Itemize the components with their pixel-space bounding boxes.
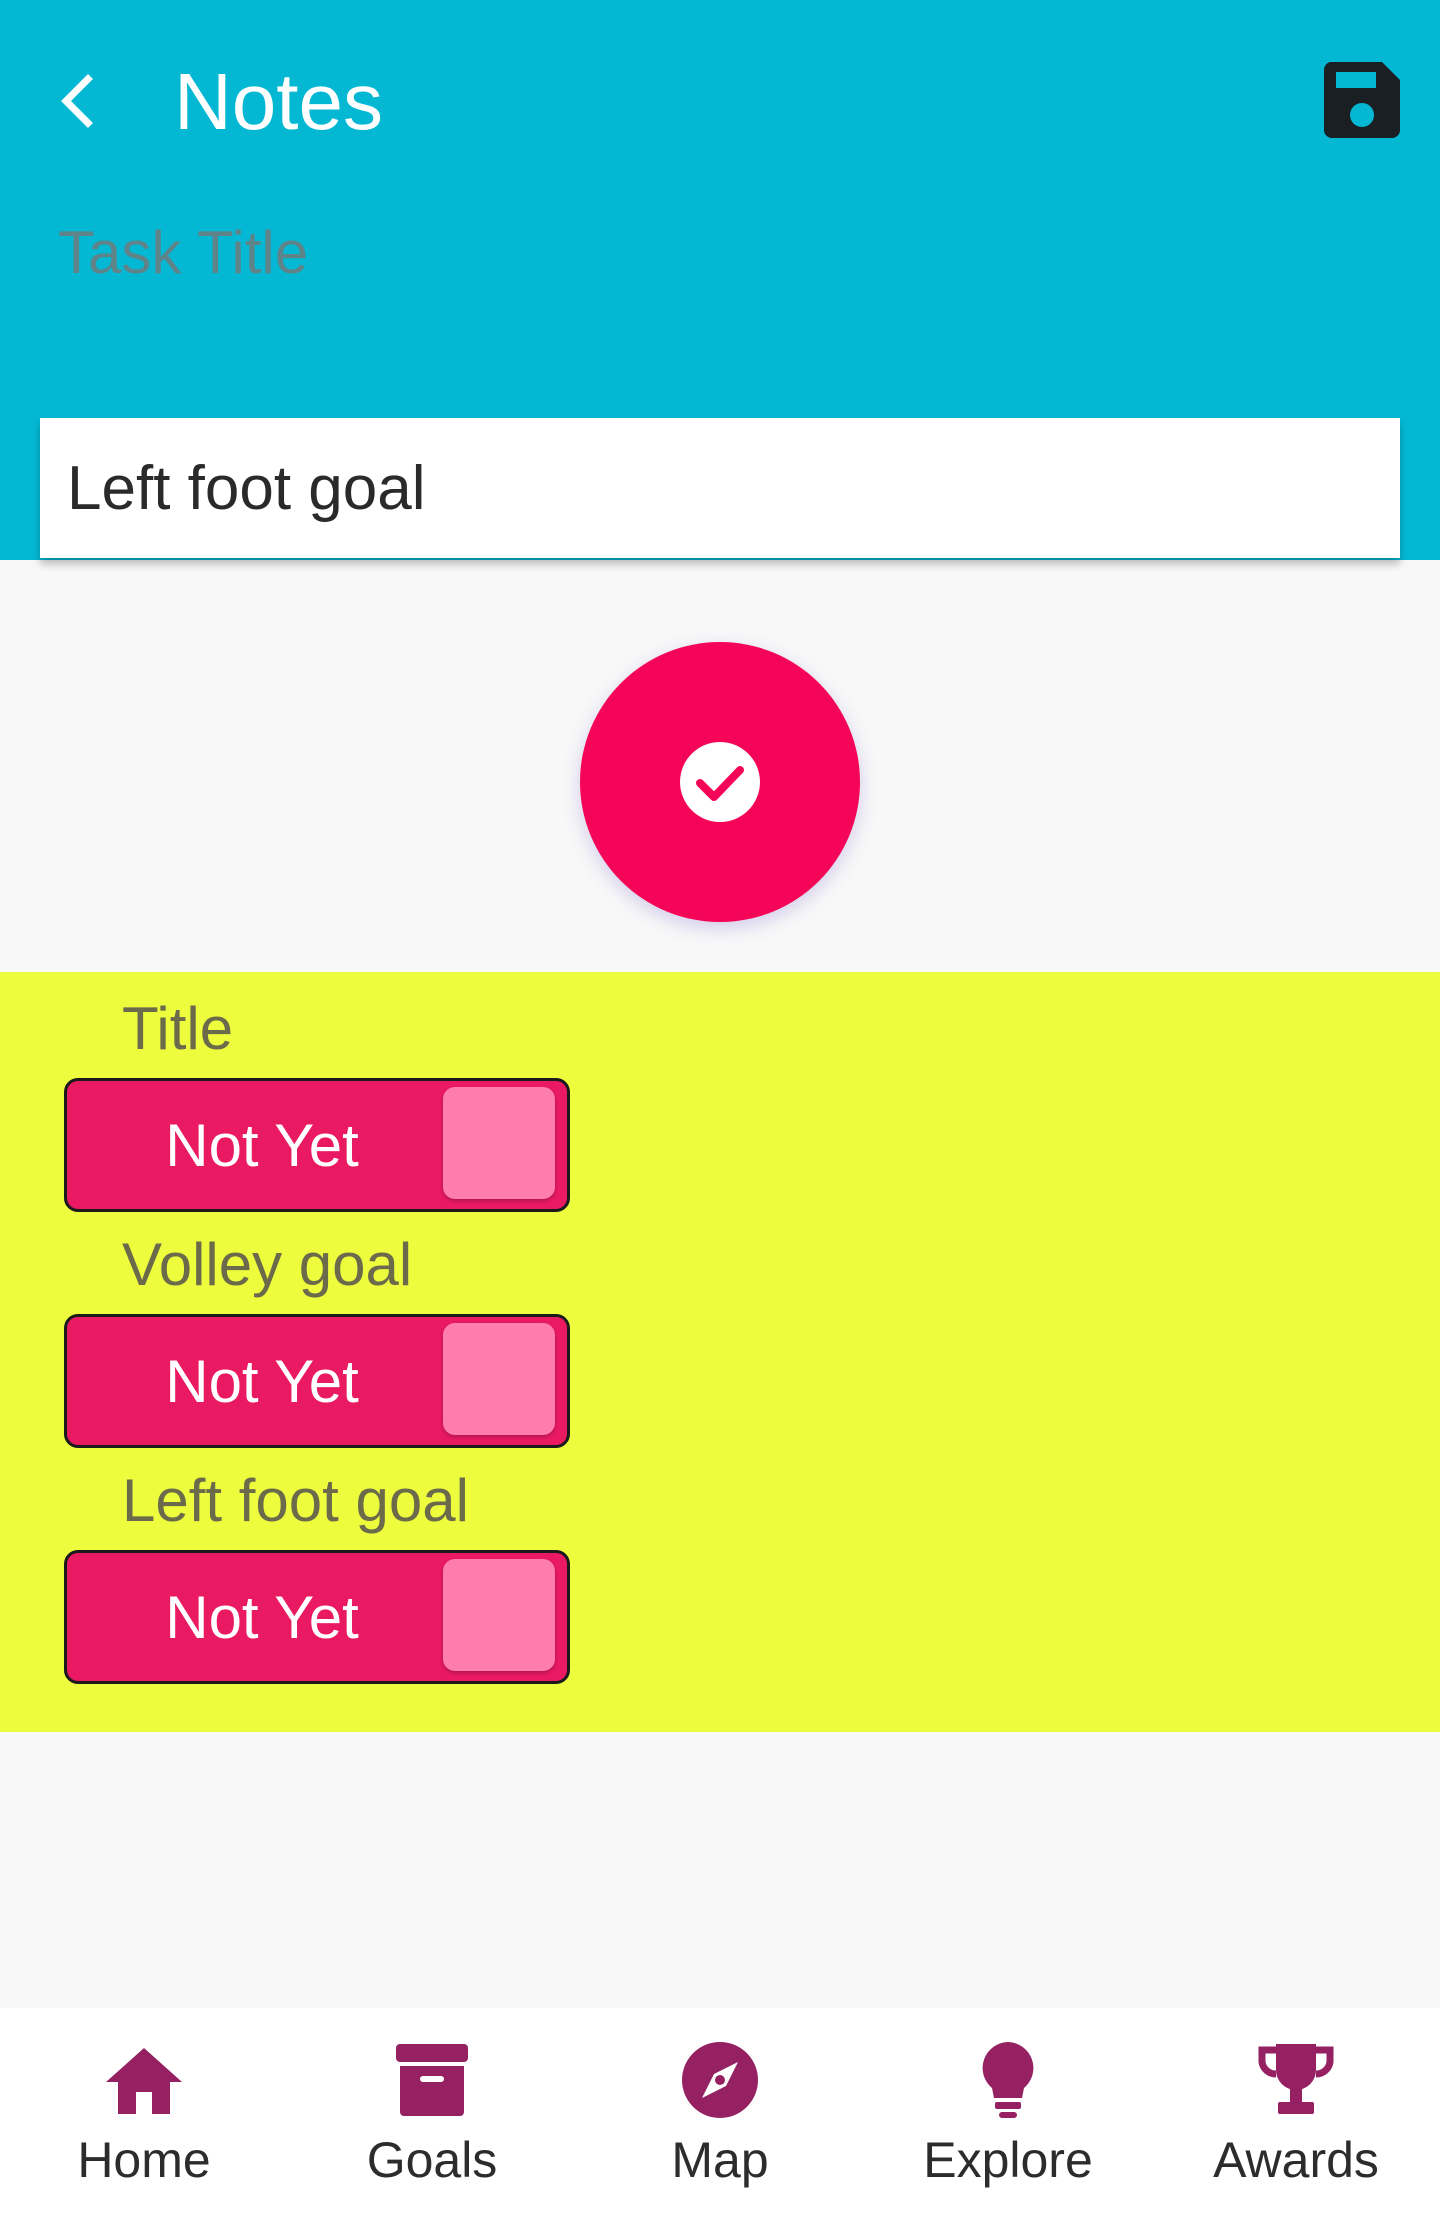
goal-toggle[interactable]: Not Yet: [64, 1078, 570, 1212]
nav-label: Map: [671, 2132, 769, 2188]
nav-label: Awards: [1213, 2132, 1379, 2188]
nav-item-map[interactable]: Map: [576, 2008, 864, 2221]
task-title-input[interactable]: [40, 418, 1400, 558]
chevron-left-icon: [61, 74, 93, 128]
bottom-navigation: Home Goals Map Explore Awards: [0, 2008, 1440, 2221]
toggle-knob[interactable]: [443, 1087, 555, 1199]
goal-label: Left foot goal: [122, 1467, 469, 1534]
page-title: Notes: [174, 57, 383, 146]
toggle-status-text: Not Yet: [165, 1583, 359, 1651]
nav-item-explore[interactable]: Explore: [864, 2008, 1152, 2221]
nav-item-goals[interactable]: Goals: [288, 2008, 576, 2221]
lightbulb-icon: [982, 2042, 1034, 2118]
nav-label: Goals: [366, 2132, 498, 2188]
toggle-status-text: Not Yet: [165, 1347, 359, 1415]
check-circle-icon: [680, 742, 760, 822]
home-icon: [106, 2048, 182, 2114]
task-title-label: Task Title: [58, 219, 309, 286]
goal-toggle[interactable]: Not Yet: [64, 1550, 570, 1684]
nav-item-home[interactable]: Home: [0, 2008, 288, 2221]
toggle-status-text: Not Yet: [165, 1111, 359, 1179]
goal-toggle[interactable]: Not Yet: [64, 1314, 570, 1448]
goals-panel: Title Not Yet Volley goal Not Yet Left f…: [0, 972, 1440, 1732]
back-button[interactable]: [44, 62, 108, 140]
compass-icon: [682, 2042, 758, 2118]
trophy-icon: [1258, 2044, 1334, 2114]
nav-label: Explore: [923, 2132, 1093, 2188]
goal-label: Volley goal: [122, 1231, 413, 1298]
save-button[interactable]: [1322, 60, 1402, 140]
goal-label: Title: [122, 995, 234, 1062]
save-icon: [1323, 62, 1400, 138]
nav-label: Home: [77, 2132, 211, 2188]
nav-item-awards[interactable]: Awards: [1152, 2008, 1440, 2221]
toggle-knob[interactable]: [443, 1559, 555, 1671]
toggle-knob[interactable]: [443, 1323, 555, 1435]
archive-icon: [396, 2044, 468, 2116]
complete-button[interactable]: [580, 642, 860, 922]
